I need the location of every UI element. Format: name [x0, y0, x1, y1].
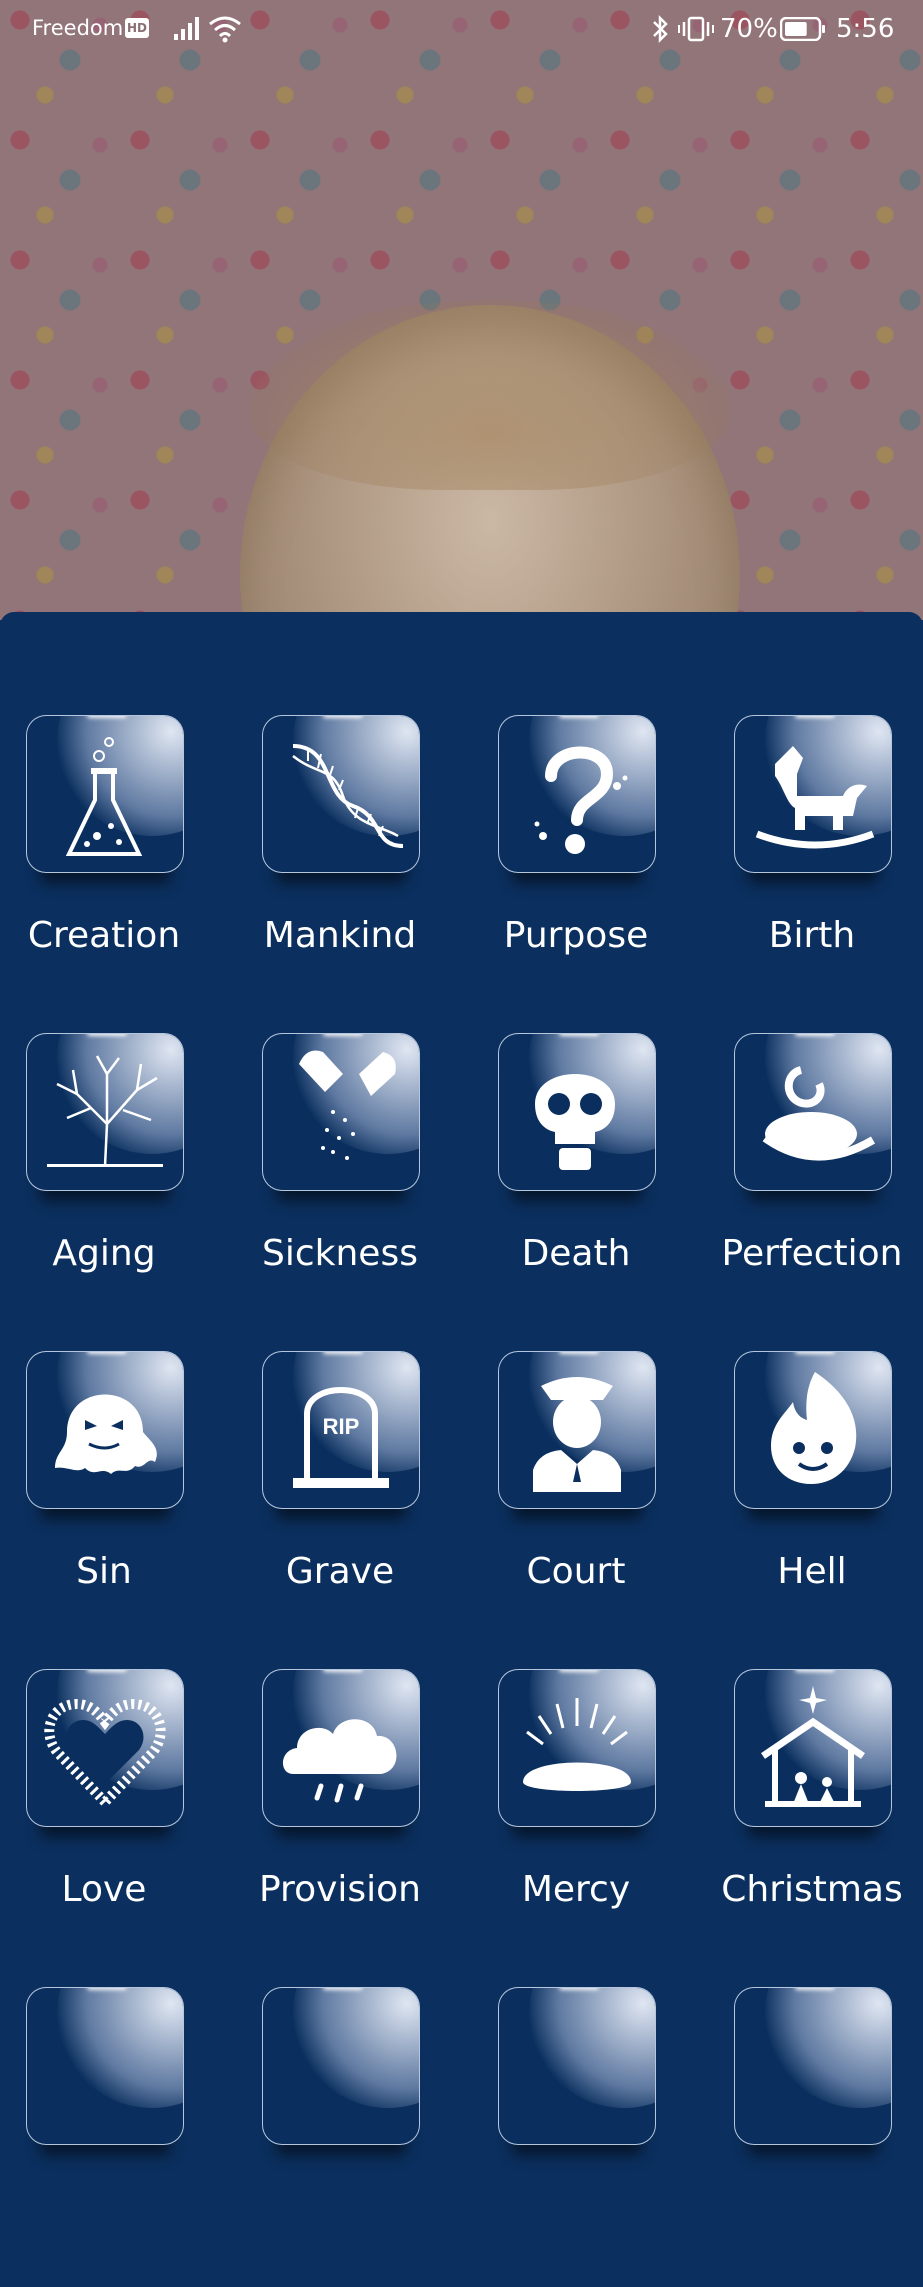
tile-label: Christmas [721, 1869, 903, 1910]
tombstone-icon: RIP [293, 1387, 389, 1488]
tile-partial[interactable] [6, 1987, 206, 2287]
tile-label: Creation [27, 915, 181, 956]
police-officer-icon [533, 1377, 621, 1492]
tile-partial[interactable] [242, 1987, 442, 2287]
tile-label: Mankind [263, 915, 417, 956]
flame-face-icon [771, 1372, 857, 1484]
bare-tree-icon [47, 1055, 163, 1167]
tile-court[interactable]: Court [478, 1351, 678, 1651]
tile-icon-box [26, 1033, 184, 1191]
tile-icon-box: RIP [262, 1351, 420, 1509]
bread-icon [523, 1698, 631, 1791]
tile-icon-box [26, 715, 184, 873]
tile-icon-box [734, 1033, 892, 1191]
tile-purpose[interactable]: Purpose [478, 715, 678, 1015]
battery-icon [780, 17, 825, 41]
tile-mankind[interactable]: Mankind [242, 715, 442, 1015]
hd-badge: HD [125, 18, 149, 38]
tile-label: Hell [777, 1551, 847, 1592]
flask-icon [65, 737, 143, 856]
rain-cloud-icon [282, 1719, 397, 1803]
ghost-icon [55, 1394, 157, 1474]
battery-percent: 70% [720, 14, 778, 44]
heart-icon [44, 1698, 166, 1810]
tile-label: Aging [52, 1233, 156, 1274]
tile-sickness[interactable]: Sickness [242, 1033, 442, 1333]
tile-icon-box [262, 715, 420, 873]
tile-partial[interactable] [714, 1987, 914, 2287]
tile-label: Birth [768, 915, 856, 956]
tile-icon-box [262, 1987, 420, 2145]
tile-label: Mercy [521, 1869, 631, 1910]
tile-provision[interactable]: Provision [242, 1669, 442, 1969]
tile-love[interactable]: Love [6, 1669, 206, 1969]
vibrate-icon [678, 16, 714, 42]
snake-icon [762, 1066, 876, 1161]
tile-icon-box [498, 715, 656, 873]
status-bar: Freedom HD 70% 5:56 [0, 0, 923, 60]
question-mark-icon [534, 746, 628, 854]
bluetooth-icon [653, 14, 668, 44]
tile-sin[interactable]: Sin [6, 1351, 206, 1651]
tile-icon-box [262, 1033, 420, 1191]
tile-label: Purpose [503, 915, 649, 956]
svg-text:RIP: RIP [323, 1414, 360, 1439]
dna-icon [292, 744, 404, 848]
tile-creation[interactable]: Creation [6, 715, 206, 1015]
tile-label: Provision [258, 1869, 422, 1910]
tile-icon-box [734, 1987, 892, 2145]
pill-capsule-icon [299, 1050, 396, 1160]
tile-grave[interactable]: RIP Grave [242, 1351, 442, 1651]
tile-death[interactable]: Death [478, 1033, 678, 1333]
tile-hell[interactable]: Hell [714, 1351, 914, 1651]
tile-perfection[interactable]: Perfection [714, 1033, 914, 1333]
skull-icon [535, 1074, 615, 1170]
tile-icon-box [498, 1351, 656, 1509]
rocking-horse-icon [755, 746, 875, 849]
tile-icon-box [498, 1033, 656, 1191]
signal-icon [174, 17, 199, 40]
tile-label: Death [521, 1233, 631, 1274]
tile-aging[interactable]: Aging [6, 1033, 206, 1333]
tile-icon-box [734, 1669, 892, 1827]
carrier-name: Freedom [32, 16, 124, 40]
tile-partial[interactable] [478, 1987, 678, 2287]
baby-hair [250, 300, 730, 490]
tile-icon-box [498, 1669, 656, 1827]
tile-icon-box [498, 1987, 656, 2145]
tile-label: Sickness [262, 1233, 418, 1274]
clock: 5:56 [836, 14, 895, 44]
tile-label: Perfection [721, 1233, 903, 1274]
tile-icon-box [734, 1351, 892, 1509]
tile-icon-box [734, 715, 892, 873]
tile-icon-box [26, 1351, 184, 1509]
tile-icon-box [26, 1669, 184, 1827]
wifi-icon [209, 16, 241, 43]
tile-label: Love [61, 1869, 147, 1910]
tile-label: Court [526, 1551, 626, 1592]
tile-icon-box [26, 1987, 184, 2145]
topics-panel: Creation Mankind Purpose Birth Aging Sic… [0, 612, 923, 2145]
nativity-icon [761, 1686, 865, 1807]
tile-icon-box [262, 1669, 420, 1827]
tile-label: Grave [285, 1551, 395, 1592]
tile-christmas[interactable]: Christmas [714, 1669, 914, 1969]
tile-mercy[interactable]: Mercy [478, 1669, 678, 1969]
tile-birth[interactable]: Birth [714, 715, 914, 1015]
tile-label: Sin [76, 1551, 132, 1592]
